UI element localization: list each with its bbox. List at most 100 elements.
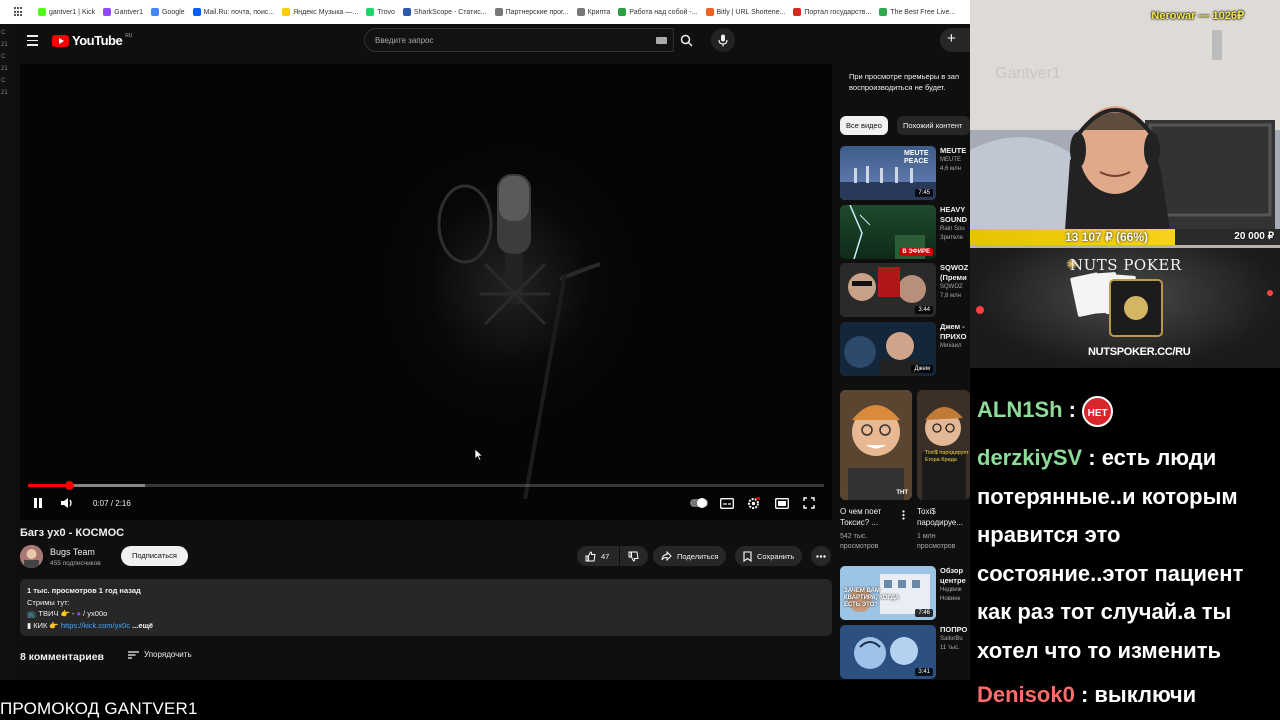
bookmark-item[interactable]: gantver1 | Kick xyxy=(38,8,95,16)
theater-mode-button[interactable] xyxy=(775,494,789,512)
video-title-line: MEUTE xyxy=(940,146,967,155)
autoplay-toggle[interactable] xyxy=(690,494,708,512)
bookmark-item[interactable]: The Best Free Live... xyxy=(879,8,955,16)
video-info[interactable]: HEAVY SOUND Rain Sou Зрителе xyxy=(940,205,972,243)
video-thumbnail[interactable]: В ЭФИРЕ xyxy=(840,205,936,259)
dislike-button[interactable] xyxy=(620,546,648,566)
left-strip-label: 21 xyxy=(1,90,8,96)
video-info[interactable]: Обзор центре Недвиж Новинк xyxy=(940,566,972,604)
video-meta: Зрителе xyxy=(940,235,963,241)
apps-grid-icon[interactable] xyxy=(14,7,24,17)
video-info[interactable]: SQWOZ (Преми SQWOZ 7,8 млн xyxy=(940,263,972,301)
more-actions-button[interactable] xyxy=(811,546,831,566)
twitch-handle: / yx00o xyxy=(81,609,108,618)
video-title-line: SOUND xyxy=(940,215,968,224)
bookmark-favicon-icon xyxy=(38,8,46,16)
video-thumbnail[interactable]: 3:44 xyxy=(840,263,936,317)
live-badge: В ЭФИРЕ xyxy=(899,248,933,256)
search-input[interactable]: Введите запрос xyxy=(364,28,674,52)
share-button[interactable]: Поделиться xyxy=(653,546,727,566)
video-info[interactable]: ПОПРО SailorBu 11 тыс. xyxy=(940,625,972,653)
settings-button[interactable] xyxy=(747,494,760,512)
video-thumbnail[interactable]: 3:41 xyxy=(840,625,936,679)
save-button[interactable]: Сохранить xyxy=(735,546,803,566)
chip-all-videos[interactable]: Все видео xyxy=(840,116,888,135)
hamburger-menu-icon[interactable] xyxy=(27,35,38,49)
progress-scrubber[interactable] xyxy=(65,481,75,490)
video-title-line: Обзор xyxy=(940,566,964,575)
short-title[interactable]: О чем поет Токсис? ... xyxy=(840,506,881,528)
progress-bar[interactable] xyxy=(28,481,824,490)
keyboard-icon[interactable] xyxy=(656,37,667,44)
kick-link[interactable]: https://kick.com/yx0c xyxy=(61,621,130,630)
bookmark-favicon-icon xyxy=(618,8,627,16)
short-title[interactable]: Toxi$ пародируе... xyxy=(917,506,970,528)
sort-comments-button[interactable]: Упорядочить xyxy=(128,650,192,659)
cam-watermark: Gantver1 xyxy=(995,65,1061,82)
pause-button[interactable] xyxy=(32,494,44,512)
bookmark-favicon-icon xyxy=(103,8,112,16)
donation-goal-progress: 13 107 ₽ (66%) xyxy=(1065,230,1149,244)
video-thumbnail[interactable]: MEUTE PEACE 7:45 xyxy=(840,146,936,200)
like-button[interactable]: 47 xyxy=(577,546,619,566)
bookmark-item[interactable]: Яндекс Музыка —... xyxy=(282,8,358,16)
video-channel: Михаил xyxy=(940,343,962,349)
bookmark-favicon-icon xyxy=(879,8,888,16)
more-vertical-icon[interactable] xyxy=(902,510,905,520)
bookmark-item[interactable]: Работа над собой -... xyxy=(618,8,698,16)
no-emote-icon: НЕТ xyxy=(1082,395,1114,427)
bookmark-label: Trovo xyxy=(377,8,395,16)
subscribe-button[interactable]: Подписаться xyxy=(121,546,188,566)
channel-avatar[interactable] xyxy=(20,545,43,568)
video-duration: 3:44 xyxy=(915,306,933,314)
bookmark-item[interactable]: Trovo xyxy=(366,8,395,16)
video-info[interactable]: MEUTE MEUTE 4,6 млн xyxy=(940,146,972,174)
bookmark-item[interactable]: Mail.Ru: почта, поис... xyxy=(192,8,274,16)
youtube-logo[interactable]: YouTube RU xyxy=(52,33,132,48)
bookmark-favicon-icon xyxy=(282,8,291,16)
video-thumbnail[interactable]: Джем xyxy=(840,322,936,376)
subtitles-button[interactable] xyxy=(720,494,734,512)
bookmark-label: Google xyxy=(161,8,185,16)
bookmark-item[interactable]: Bitly | URL Shortene... xyxy=(705,8,785,16)
video-description[interactable]: 1 тыс. просмотров 1 год назад Стримы тут… xyxy=(20,579,832,636)
description-line: Стримы тут: xyxy=(27,597,70,607)
sort-icon xyxy=(128,650,139,659)
short-thumbnail[interactable]: Toxi$ пародирует Егора Крида xyxy=(917,390,970,500)
video-info[interactable]: Джем - ПРИХО Михаил xyxy=(940,322,972,351)
bookmark-item[interactable]: SharkScope - Статис... xyxy=(402,8,487,16)
save-label: Сохранить xyxy=(757,551,795,561)
kick-label: ▮ КИК 👉 xyxy=(27,620,61,630)
bookmark-label: Яндекс Музыка —... xyxy=(293,8,359,16)
bookmark-item[interactable]: Партнерские прог... xyxy=(494,8,569,16)
volume-button[interactable] xyxy=(60,494,74,512)
create-button[interactable]: + xyxy=(940,28,970,52)
fullscreen-button[interactable] xyxy=(803,494,815,512)
chat-nick: Denisok0 xyxy=(977,682,1075,707)
share-icon xyxy=(661,551,672,561)
bookmark-item[interactable]: Крипта xyxy=(576,8,610,16)
voice-search-button[interactable] xyxy=(711,28,735,52)
bookmark-item[interactable]: Google xyxy=(150,8,185,16)
search-placeholder: Введите запрос xyxy=(375,36,434,45)
short-views-line: 542 тыс. xyxy=(840,533,868,540)
subscriber-count: 455 подписчиков xyxy=(50,560,101,567)
video-thumbnail[interactable]: ЗАЧЕМ ВАМ КВАРТИРА, КОГДА ЕСТЬ ЭТО? 7:46 xyxy=(840,566,936,620)
short-views: 1 млн просмотров xyxy=(917,532,955,552)
theater-mode-icon xyxy=(775,497,789,509)
description-line: ▮ КИК 👉 https://kick.com/yx0c ...ещё xyxy=(27,620,825,632)
chip-related[interactable]: Похожий контент xyxy=(897,116,970,135)
chat-text: есть люди потерянные..и которым нравится… xyxy=(977,445,1244,663)
video-player[interactable]: 0:07 / 2:16 xyxy=(20,64,832,520)
video-channel: Недвиж xyxy=(940,587,962,593)
search-button[interactable] xyxy=(674,28,699,52)
show-more-link[interactable]: ...ещё xyxy=(132,621,153,630)
short-thumbnail[interactable]: ТНТ xyxy=(840,390,912,500)
channel-name[interactable]: Bugs Team xyxy=(50,547,95,557)
fullscreen-icon xyxy=(803,497,815,509)
bookmark-item[interactable]: Gantver1 xyxy=(103,8,143,16)
bookmark-item[interactable]: Портал государств... xyxy=(793,8,871,16)
comments-count: 8 комментариев xyxy=(20,651,105,663)
video-title-line: (Преми xyxy=(940,273,967,282)
bookmark-favicon-icon xyxy=(192,8,201,16)
